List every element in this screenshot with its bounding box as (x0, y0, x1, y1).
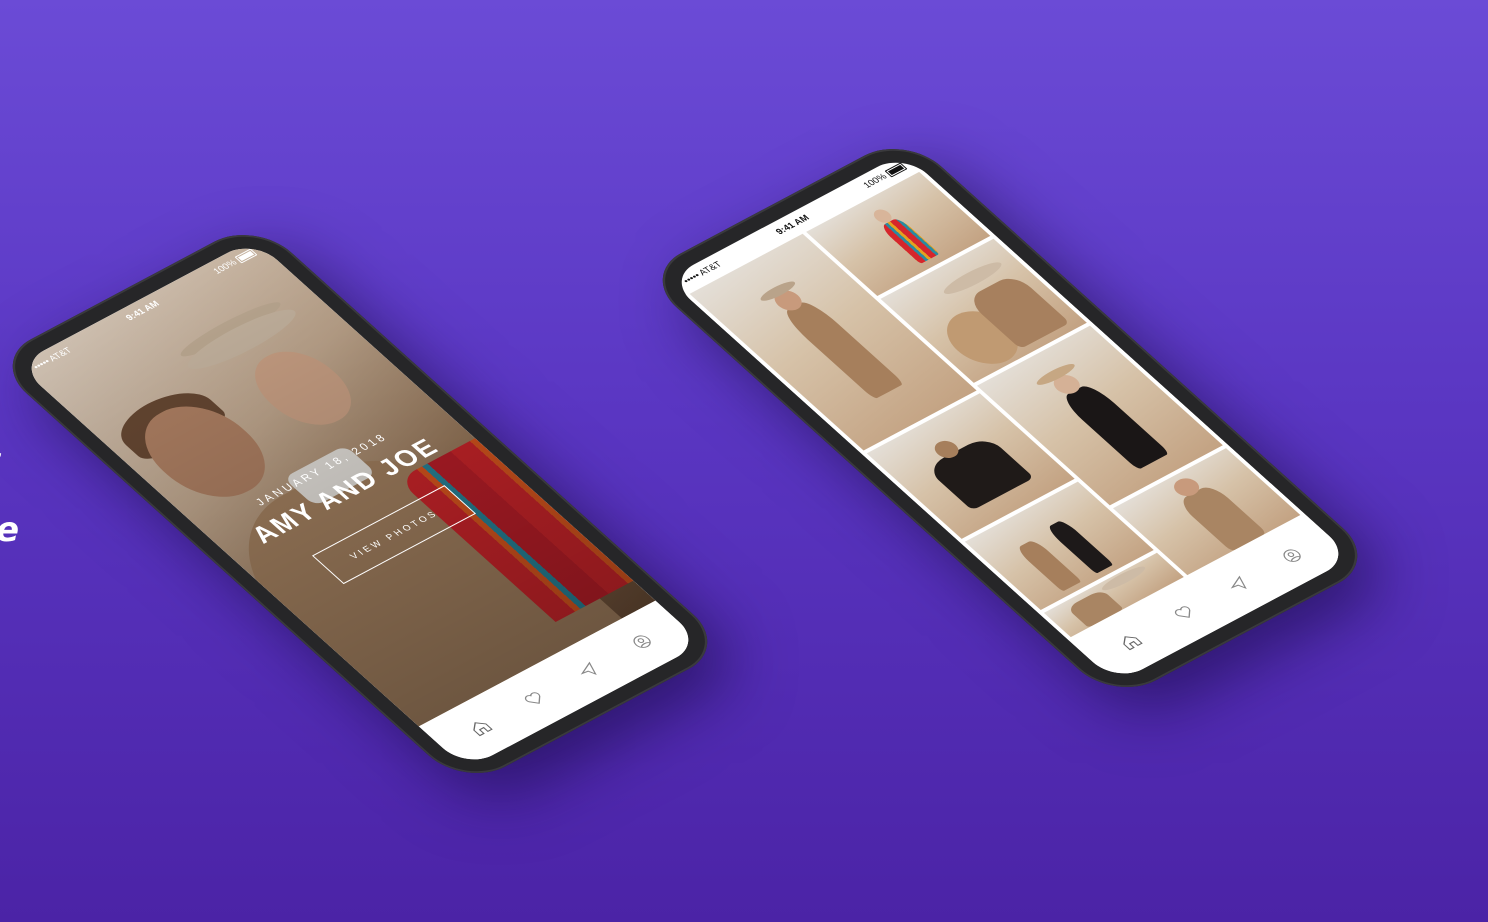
send-icon[interactable] (1223, 574, 1253, 595)
battery-label: 100% (860, 171, 889, 190)
send-icon[interactable] (573, 660, 603, 681)
phone-right-screen: ••••• AT&T 9:41 AM 100% (667, 152, 1353, 684)
heart-icon[interactable] (519, 689, 549, 710)
home-icon[interactable] (1115, 631, 1145, 652)
profile-icon[interactable] (627, 631, 657, 652)
battery-label: 100% (210, 257, 239, 276)
phone-left-screen: JANUARY 18, 2018 AMY AND JOE VIEW PHOTOS… (17, 238, 703, 770)
edge-text-fragment: , (0, 438, 4, 462)
edge-text-fragment: e (0, 510, 19, 550)
profile-icon[interactable] (1277, 545, 1307, 566)
battery-icon (234, 248, 258, 264)
heart-icon[interactable] (1169, 603, 1199, 624)
phone-right: ••••• AT&T 9:41 AM 100% (640, 133, 1380, 703)
phone-left: JANUARY 18, 2018 AMY AND JOE VIEW PHOTOS… (0, 219, 730, 789)
battery-icon (884, 162, 908, 178)
home-icon[interactable] (465, 717, 495, 738)
